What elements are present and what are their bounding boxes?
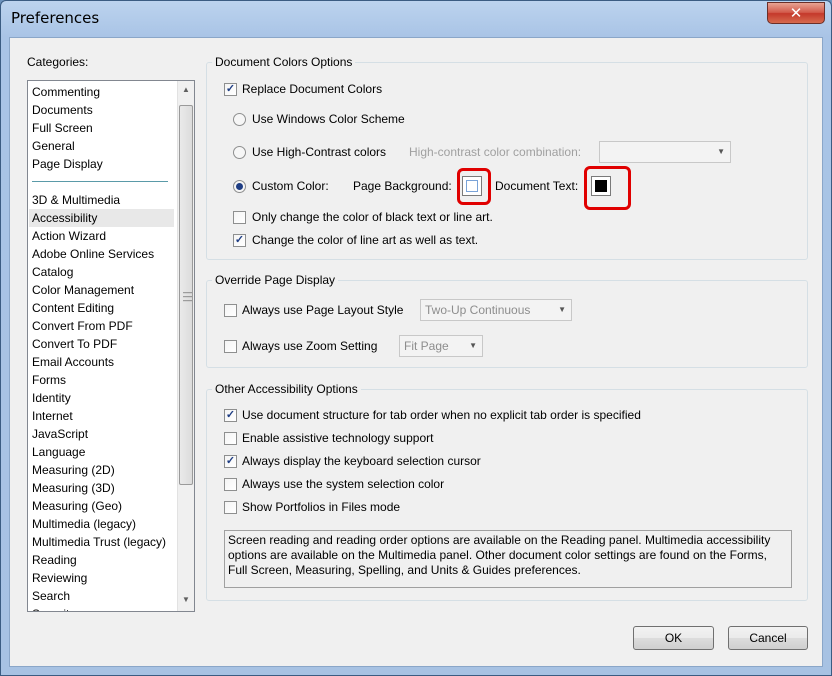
page-layout-select[interactable]: Two-Up Continuous ▼ — [420, 299, 572, 321]
page-layout-checkbox[interactable] — [224, 304, 237, 317]
document-text-label: Document Text: — [495, 179, 579, 193]
radio-selected-dot — [236, 183, 243, 190]
category-item[interactable]: Measuring (Geo) — [32, 497, 174, 515]
category-item[interactable]: Measuring (2D) — [32, 461, 174, 479]
preferences-window: Preferences ✕ Categories: ▲ — — — ▼ Commen… — [0, 0, 832, 676]
zoom-setting-value: Fit Page — [404, 339, 449, 353]
close-button[interactable]: ✕ — [767, 2, 825, 24]
chevron-down-icon: ▼ — [717, 147, 725, 156]
document-text-color-button[interactable] — [591, 176, 611, 196]
line-art-label[interactable]: Change the color of line art as well as … — [252, 233, 478, 247]
category-item[interactable]: 3D & Multimedia — [32, 191, 174, 209]
hc-combination-select[interactable]: ▼ — [599, 141, 731, 163]
checkmark-icon: ✓ — [225, 409, 236, 421]
category-item[interactable]: Color Management — [32, 281, 174, 299]
other-option-checkbox[interactable] — [224, 478, 237, 491]
category-item[interactable]: Adobe Online Services — [32, 245, 174, 263]
hc-combination-label: High-contrast color combination: — [409, 145, 582, 159]
ok-button[interactable]: OK — [633, 626, 714, 650]
dialog-body: Categories: ▲ — — — ▼ Commenting Documents F… — [9, 37, 823, 667]
override-page-display-group — [206, 280, 808, 368]
category-item[interactable]: Full Screen — [32, 119, 174, 137]
other-option-label[interactable]: Always use the system selection color — [242, 477, 444, 491]
category-item[interactable]: Content Editing — [32, 299, 174, 317]
categories-label: Categories: — [27, 55, 89, 69]
other-option-checkbox[interactable]: ✓ — [224, 409, 237, 422]
zoom-setting-checkbox[interactable] — [224, 340, 237, 353]
line-art-checkbox[interactable]: ✓ — [233, 234, 246, 247]
page-layout-label[interactable]: Always use Page Layout Style — [242, 303, 403, 317]
close-icon: ✕ — [789, 4, 803, 22]
other-option-label[interactable]: Enable assistive technology support — [242, 431, 433, 445]
checkmark-icon: ✓ — [234, 234, 245, 246]
category-item[interactable]: Page Display — [32, 155, 174, 173]
page-background-label: Page Background: — [353, 179, 452, 193]
category-item[interactable]: Multimedia (legacy) — [32, 515, 174, 533]
accessibility-info-note: Screen reading and reading order options… — [224, 530, 792, 588]
category-item[interactable]: Action Wizard — [32, 227, 174, 245]
window-title: Preferences — [11, 9, 100, 27]
windows-scheme-radio[interactable] — [233, 113, 246, 126]
zoom-setting-select[interactable]: Fit Page ▼ — [399, 335, 483, 357]
grip-icon: — — — — [183, 287, 192, 305]
category-item[interactable]: Documents — [32, 101, 174, 119]
replace-colors-checkbox[interactable]: ✓ — [224, 83, 237, 96]
page-background-color-button[interactable] — [462, 176, 482, 196]
other-accessibility-title: Other Accessibility Options — [212, 382, 361, 396]
other-option-label[interactable]: Show Portfolios in Files mode — [242, 500, 400, 514]
other-option-checkbox[interactable] — [224, 432, 237, 445]
page-background-swatch — [466, 180, 478, 192]
other-option-checkbox[interactable]: ✓ — [224, 455, 237, 468]
only-black-checkbox[interactable] — [233, 211, 246, 224]
category-item[interactable]: Forms — [32, 371, 174, 389]
category-item[interactable]: Language — [32, 443, 174, 461]
scroll-thumb[interactable]: — — — — [179, 105, 193, 485]
category-item[interactable]: Security — [32, 605, 174, 611]
replace-colors-label[interactable]: Replace Document Colors — [242, 82, 382, 96]
other-option-checkbox[interactable] — [224, 501, 237, 514]
document-text-swatch — [595, 180, 607, 192]
override-page-display-title: Override Page Display — [212, 273, 339, 287]
categories-separator — [32, 181, 168, 182]
category-item[interactable]: Reviewing — [32, 569, 174, 587]
category-item[interactable]: Reading — [32, 551, 174, 569]
category-item[interactable]: Multimedia Trust (legacy) — [32, 533, 174, 551]
category-item[interactable]: Search — [32, 587, 174, 605]
only-black-label[interactable]: Only change the color of black text or l… — [252, 210, 493, 224]
high-contrast-label[interactable]: Use High-Contrast colors — [252, 145, 386, 159]
scroll-down-icon[interactable]: ▼ — [178, 591, 194, 608]
chevron-down-icon: ▼ — [469, 341, 477, 350]
category-item[interactable]: Measuring (3D) — [32, 479, 174, 497]
categories-list[interactable]: ▲ — — — ▼ Commenting Documents Full Screen Ge… — [27, 80, 195, 612]
title-bar[interactable]: Preferences ✕ — [1, 1, 831, 37]
high-contrast-radio[interactable] — [233, 146, 246, 159]
category-item[interactable]: General — [32, 137, 174, 155]
categories-scrollbar[interactable]: ▲ — — — ▼ — [177, 81, 194, 611]
category-item[interactable]: Commenting — [32, 83, 174, 101]
checkmark-icon: ✓ — [225, 83, 236, 95]
category-item[interactable]: JavaScript — [32, 425, 174, 443]
category-item[interactable]: Convert To PDF — [32, 335, 174, 353]
category-item[interactable]: Identity — [32, 389, 174, 407]
category-item[interactable]: Catalog — [32, 263, 174, 281]
page-layout-value: Two-Up Continuous — [425, 303, 531, 317]
custom-color-radio[interactable] — [233, 180, 246, 193]
category-item[interactable]: Email Accounts — [32, 353, 174, 371]
cancel-button[interactable]: Cancel — [728, 626, 808, 650]
windows-scheme-label[interactable]: Use Windows Color Scheme — [252, 112, 405, 126]
scroll-up-icon[interactable]: ▲ — [178, 81, 194, 98]
other-option-label[interactable]: Use document structure for tab order whe… — [242, 408, 641, 422]
category-item[interactable]: Internet — [32, 407, 174, 425]
category-item[interactable]: Accessibility — [29, 209, 174, 227]
chevron-down-icon: ▼ — [558, 305, 566, 314]
zoom-setting-label[interactable]: Always use Zoom Setting — [242, 339, 377, 353]
other-option-label[interactable]: Always display the keyboard selection cu… — [242, 454, 481, 468]
category-item[interactable]: Convert From PDF — [32, 317, 174, 335]
document-colors-title: Document Colors Options — [212, 55, 356, 69]
custom-color-label[interactable]: Custom Color: — [252, 179, 329, 193]
checkmark-icon: ✓ — [225, 455, 236, 467]
